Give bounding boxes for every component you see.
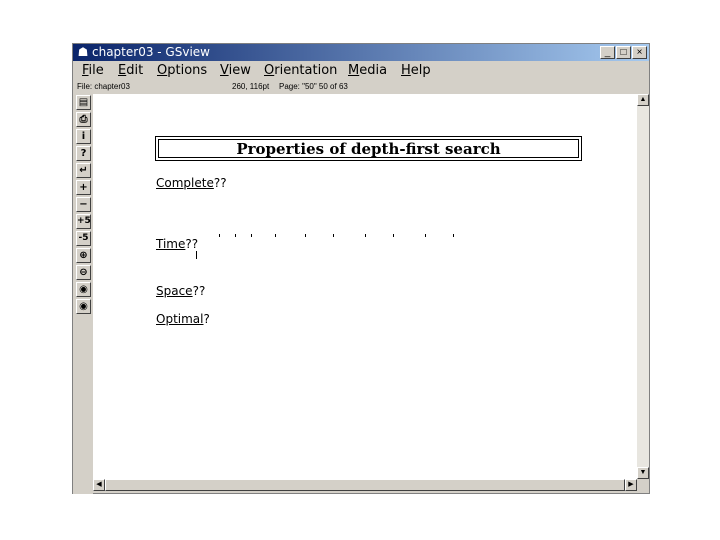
menu-edit[interactable]: Edit	[118, 63, 143, 79]
menu-media[interactable]: Media	[348, 63, 387, 79]
help-icon[interactable]: ?	[76, 146, 91, 161]
menu-options[interactable]: Options	[157, 63, 207, 79]
magnify-2-icon[interactable]: ◉	[76, 299, 91, 314]
status-coordinates: 260, 116pt	[232, 82, 270, 91]
next-page-icon[interactable]: +	[76, 180, 91, 195]
property-optimal: Optimal?	[156, 312, 210, 326]
skip-forward-icon[interactable]: +5	[76, 214, 91, 229]
partially-rendered-text	[215, 234, 475, 248]
menu-help[interactable]: Help	[401, 63, 431, 79]
slide-title: Properties of depth-first search	[158, 139, 579, 158]
status-page: Page: "50" 50 of 63	[279, 82, 348, 91]
menu-orientation[interactable]: Orientation	[264, 63, 337, 79]
horizontal-scrollbar[interactable]: ◀ ▶	[93, 479, 637, 491]
scroll-down-button[interactable]: ▼	[637, 467, 649, 479]
zoom-out-icon[interactable]: ⊖	[76, 265, 91, 280]
prev-page-icon[interactable]: −	[76, 197, 91, 212]
skip-back-icon[interactable]: -5	[76, 231, 91, 246]
menu-view[interactable]: View	[220, 63, 251, 79]
magnify-icon[interactable]: ◉	[76, 282, 91, 297]
info-icon[interactable]: i	[76, 129, 91, 144]
scroll-up-button[interactable]: ▲	[637, 94, 649, 106]
print-icon[interactable]: ⎙	[76, 112, 91, 127]
property-complete: Complete??	[156, 176, 227, 190]
vertical-toolbar: ▤ ⎙ i ? ↵ + − +5 -5 ⊕ ⊖ ◉ ◉	[73, 94, 93, 494]
maximize-button[interactable]: □	[616, 46, 631, 59]
gsview-window: ☗ chapter03 - GSview _ □ × File Edit Opt…	[72, 43, 650, 494]
zoom-in-icon[interactable]: ⊕	[76, 248, 91, 263]
scroll-left-button[interactable]: ◀	[93, 479, 105, 491]
partial-glyph	[196, 251, 197, 259]
scroll-right-button[interactable]: ▶	[625, 479, 637, 491]
horizontal-scroll-thumb[interactable]	[105, 479, 625, 491]
goto-page-icon[interactable]: ↵	[76, 163, 91, 178]
status-bar: File: chapter03 260, 116pt Page: "50" 50…	[73, 81, 649, 93]
slide-title-box: Properties of depth-first search	[155, 136, 582, 161]
property-time: Time??	[156, 237, 199, 251]
menu-file[interactable]: File	[82, 63, 104, 79]
menu-bar: File Edit Options View Orientation Media…	[73, 61, 649, 81]
minimize-button[interactable]: _	[600, 46, 615, 59]
title-bar[interactable]: ☗ chapter03 - GSview _ □ ×	[73, 44, 649, 61]
close-button[interactable]: ×	[632, 46, 647, 59]
status-file: File: chapter03	[77, 82, 130, 91]
open-icon[interactable]: ▤	[76, 95, 91, 110]
ghost-icon: ☗	[77, 45, 89, 59]
window-title: chapter03 - GSview	[92, 45, 210, 59]
resize-grip[interactable]	[637, 479, 649, 491]
vertical-scrollbar[interactable]: ▲ ▼	[637, 94, 649, 479]
document-view[interactable]: Properties of depth-first search Complet…	[93, 94, 637, 479]
property-space: Space??	[156, 284, 206, 298]
